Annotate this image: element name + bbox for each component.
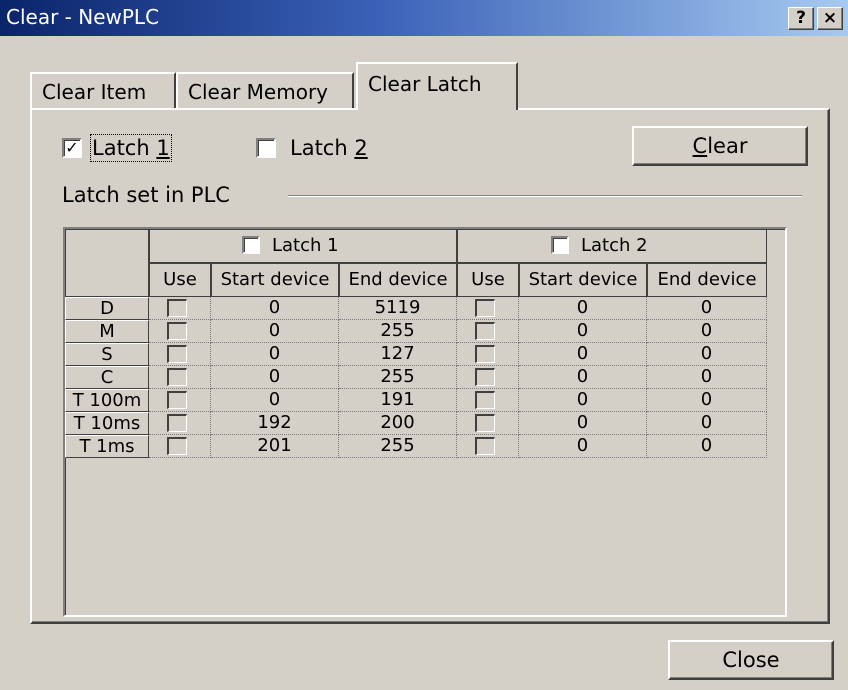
- column-header: End device: [339, 263, 457, 297]
- column-header: Use: [149, 263, 211, 297]
- group-divider: [288, 195, 802, 197]
- row-header-device: T 10ms: [65, 412, 149, 435]
- value-cell: 200: [339, 412, 457, 435]
- value-cell: 0: [647, 435, 767, 458]
- use-checkbox[interactable]: [167, 437, 187, 455]
- latch-grid[interactable]: Latch 1 Latch 2 Use Start device End device U…: [63, 227, 787, 617]
- value-cell: 0: [211, 366, 339, 389]
- value-cell: 0: [519, 412, 647, 435]
- use-cell[interactable]: [457, 343, 519, 366]
- row-header-device: T 1ms: [65, 435, 149, 458]
- clear-button[interactable]: Clear: [632, 126, 808, 166]
- help-title-button[interactable]: ?: [788, 7, 814, 30]
- use-checkbox[interactable]: [167, 322, 187, 340]
- value-cell: 0: [519, 297, 647, 320]
- value-cell: 0: [519, 343, 647, 366]
- value-cell: 255: [339, 366, 457, 389]
- value-cell: 127: [339, 343, 457, 366]
- header-latch2-checkbox[interactable]: [551, 236, 569, 254]
- use-checkbox[interactable]: [167, 391, 187, 409]
- value-cell: 0: [647, 412, 767, 435]
- use-checkbox[interactable]: [167, 368, 187, 386]
- use-cell[interactable]: [149, 412, 211, 435]
- value-cell: 255: [339, 320, 457, 343]
- value-cell: 0: [211, 320, 339, 343]
- value-cell: 255: [339, 435, 457, 458]
- group-header-label: Latch 1: [272, 235, 339, 256]
- close-title-button[interactable]: ×: [817, 7, 843, 30]
- column-header: End device: [647, 263, 767, 297]
- value-cell: 201: [211, 435, 339, 458]
- window-title: Clear - NewPLC: [6, 5, 160, 29]
- use-cell[interactable]: [149, 297, 211, 320]
- value-cell: 5119: [339, 297, 457, 320]
- clear-dialog: Clear - NewPLC ? × Clear Item Clear Memo…: [0, 0, 848, 690]
- check-mark-icon: ✓: [65, 138, 79, 157]
- use-cell[interactable]: [149, 320, 211, 343]
- use-cell[interactable]: [457, 435, 519, 458]
- value-cell: 0: [519, 320, 647, 343]
- latch1-checkbox[interactable]: ✓: [62, 138, 82, 158]
- latch2-checkbox[interactable]: [256, 138, 276, 158]
- use-checkbox[interactable]: [475, 414, 495, 432]
- row-header-device: M: [65, 320, 149, 343]
- group-header-latch2: Latch 2: [457, 229, 767, 263]
- value-cell: 0: [211, 297, 339, 320]
- latch2-label[interactable]: Latch 2: [290, 136, 368, 160]
- use-checkbox[interactable]: [475, 299, 495, 317]
- title-bar: Clear - NewPLC ? ×: [0, 0, 848, 36]
- value-cell: 0: [647, 366, 767, 389]
- value-cell: 0: [211, 389, 339, 412]
- column-header: Start device: [211, 263, 339, 297]
- row-header-device: D: [65, 297, 149, 320]
- group-header-label: Latch 2: [581, 235, 648, 256]
- use-checkbox[interactable]: [475, 391, 495, 409]
- use-checkbox[interactable]: [167, 414, 187, 432]
- column-header: Use: [457, 263, 519, 297]
- value-cell: 0: [519, 366, 647, 389]
- tab-clear-memory[interactable]: Clear Memory: [176, 72, 354, 110]
- use-checkbox[interactable]: [475, 322, 495, 340]
- use-cell[interactable]: [457, 297, 519, 320]
- value-cell: 0: [211, 343, 339, 366]
- use-cell[interactable]: [149, 366, 211, 389]
- use-cell[interactable]: [457, 366, 519, 389]
- row-header-device: C: [65, 366, 149, 389]
- group-header-latch1: Latch 1: [149, 229, 457, 263]
- tab-clear-item[interactable]: Clear Item: [30, 72, 176, 110]
- value-cell: 0: [647, 297, 767, 320]
- value-cell: 0: [519, 435, 647, 458]
- use-checkbox[interactable]: [167, 345, 187, 363]
- value-cell: 0: [647, 389, 767, 412]
- use-cell[interactable]: [149, 343, 211, 366]
- use-checkbox[interactable]: [167, 299, 187, 317]
- value-cell: 0: [647, 343, 767, 366]
- use-cell[interactable]: [457, 412, 519, 435]
- value-cell: 191: [339, 389, 457, 412]
- value-cell: 0: [519, 389, 647, 412]
- header-latch1-checkbox[interactable]: [242, 236, 260, 254]
- column-header: Start device: [519, 263, 647, 297]
- use-cell[interactable]: [149, 435, 211, 458]
- latch-set-group-label: Latch set in PLC: [62, 183, 230, 207]
- row-header-device: T 100m: [65, 389, 149, 412]
- value-cell: 192: [211, 412, 339, 435]
- value-cell: 0: [647, 320, 767, 343]
- tab-clear-latch[interactable]: Clear Latch: [356, 62, 518, 110]
- use-cell[interactable]: [149, 389, 211, 412]
- close-button[interactable]: Close: [668, 640, 834, 680]
- use-cell[interactable]: [457, 389, 519, 412]
- grid-corner-cell: [65, 229, 149, 297]
- latch1-label[interactable]: Latch 1: [90, 134, 172, 162]
- use-checkbox[interactable]: [475, 437, 495, 455]
- row-header-device: S: [65, 343, 149, 366]
- use-cell[interactable]: [457, 320, 519, 343]
- use-checkbox[interactable]: [475, 345, 495, 363]
- use-checkbox[interactable]: [475, 368, 495, 386]
